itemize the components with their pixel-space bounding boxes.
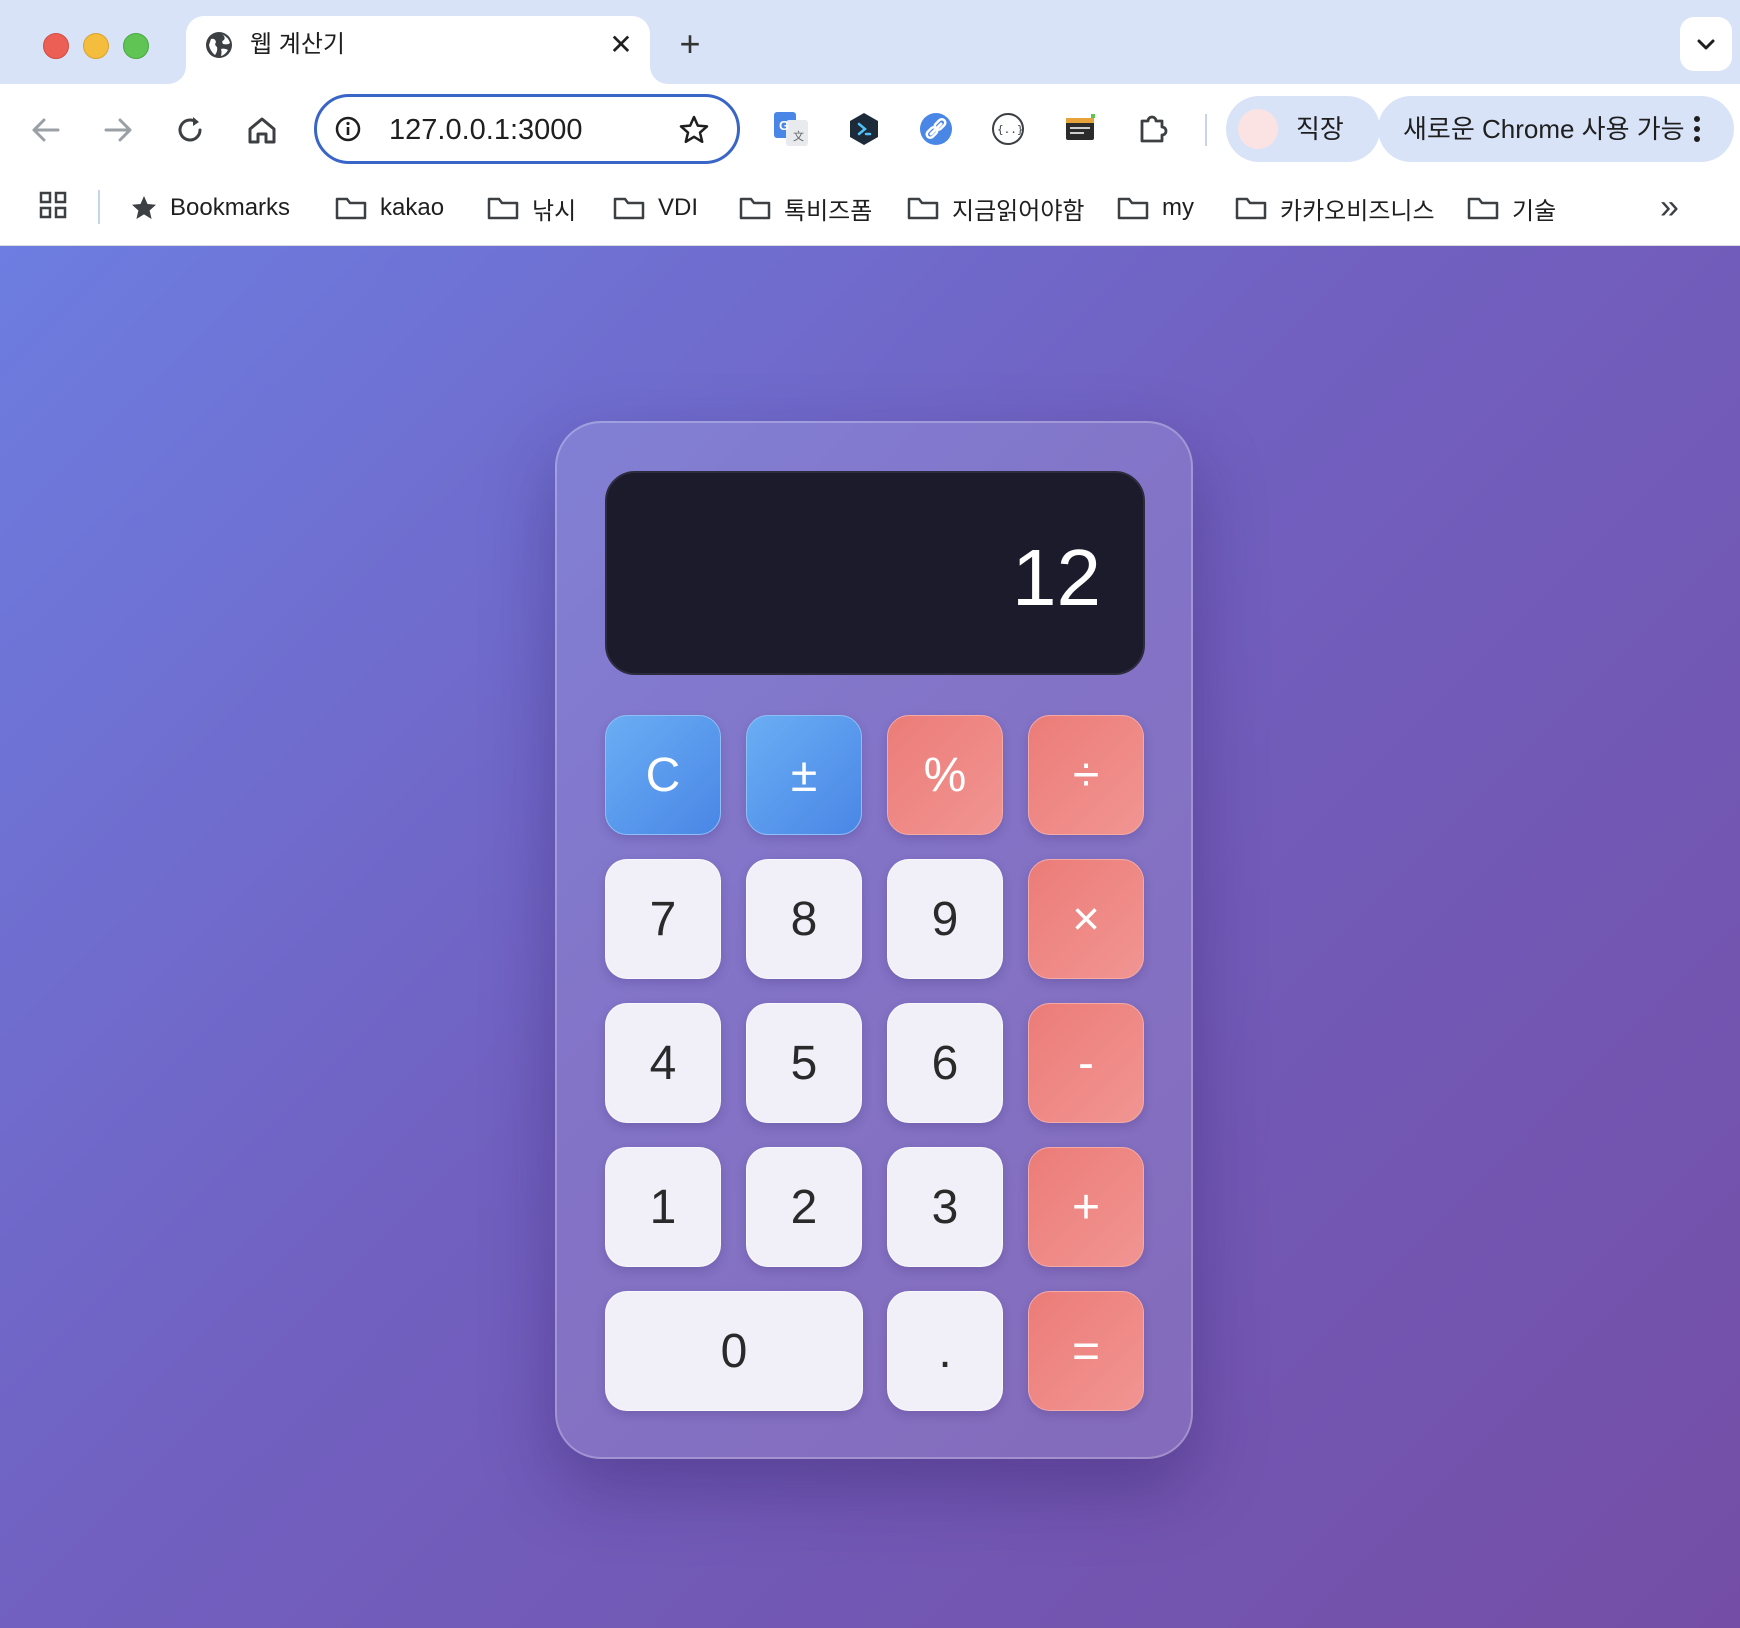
subtract-button[interactable]: - (1028, 1003, 1144, 1123)
digit-0-button[interactable]: 0 (605, 1291, 863, 1411)
clear-button[interactable]: C (605, 715, 721, 835)
code-extension-icon[interactable] (845, 110, 883, 148)
bookmark-label: 카카오비즈니스 (1280, 197, 1435, 225)
digit-9-button[interactable]: 9 (887, 859, 1003, 979)
folder-icon (487, 197, 519, 220)
bookmark-folder-talkbizform[interactable]: 톡비즈폼 (738, 190, 872, 226)
star-icon (132, 196, 156, 219)
bookmark-folder-fishing[interactable]: 낚시 (486, 190, 576, 226)
reload-icon[interactable] (168, 108, 212, 152)
folder-icon (335, 197, 367, 220)
decimal-button[interactable]: . (887, 1291, 1003, 1411)
minimize-window-button[interactable] (83, 33, 109, 59)
bookmark-folder-read-now[interactable]: 지금읽어야함 (906, 190, 1084, 226)
folder-icon (739, 197, 771, 220)
bookmark-label: 지금읽어야함 (952, 197, 1085, 225)
digit-4-button[interactable]: 4 (605, 1003, 721, 1123)
update-label: 새로운 Chrome 사용 가능 (1403, 114, 1685, 144)
calculator-display: 12 (605, 471, 1145, 675)
folder-icon (907, 197, 939, 220)
bookmarks-overflow-icon[interactable]: » (1660, 188, 1679, 226)
tab-title: 웹 계산기 (250, 31, 345, 58)
display-value: 12 (1012, 533, 1101, 622)
bookmark-label: 기술 (1512, 197, 1557, 225)
digit-8-button[interactable]: 8 (746, 859, 862, 979)
url-text[interactable]: 127.0.0.1:3000 (389, 113, 583, 147)
json-viewer-icon[interactable]: {..} (989, 110, 1027, 148)
bookmark-label: kakao (380, 194, 445, 221)
toolbar: 127.0.0.1:3000 G 文 {..} 직장 새로운 Chrome 사용… (0, 84, 1740, 174)
chrome-update-button[interactable]: 새로운 Chrome 사용 가능 (1378, 96, 1734, 162)
svg-text:G: G (779, 118, 789, 133)
site-info-icon[interactable] (335, 116, 361, 142)
bookmark-folder-tech[interactable]: 기술 (1466, 190, 1556, 226)
svg-text:文: 文 (793, 129, 804, 143)
digit-1-button[interactable]: 1 (605, 1147, 721, 1267)
link-extension-icon[interactable] (917, 110, 955, 148)
tab-strip: 웹 계산기 ✕ + (0, 0, 1740, 84)
zoom-window-button[interactable] (123, 33, 149, 59)
equals-button[interactable]: = (1028, 1291, 1144, 1411)
bookmark-folder-vdi[interactable]: VDI (612, 190, 698, 226)
bookmark-label: 톡비즈폼 (784, 197, 873, 225)
home-icon[interactable] (240, 108, 284, 152)
bookmark-label: 낚시 (532, 197, 577, 225)
bookmark-label: my (1162, 194, 1194, 221)
toggle-sign-button[interactable]: ± (746, 715, 862, 835)
folder-icon (1467, 197, 1499, 220)
profile-button[interactable]: 직장 (1226, 96, 1380, 162)
bookmark-star-icon[interactable] (677, 113, 711, 147)
more-menu-icon[interactable] (1692, 114, 1702, 144)
bookmark-folder-my[interactable]: my (1116, 190, 1194, 226)
tab-search-button[interactable] (1680, 17, 1732, 71)
divide-button[interactable]: ÷ (1028, 715, 1144, 835)
percent-button[interactable]: % (887, 715, 1003, 835)
back-icon[interactable] (24, 108, 68, 152)
folder-icon (613, 197, 645, 220)
svg-text:{..}: {..} (997, 123, 1024, 136)
bookmark-folder-kakao-business[interactable]: 카카오비즈니스 (1234, 190, 1435, 226)
add-button[interactable]: + (1028, 1147, 1144, 1267)
digit-3-button[interactable]: 3 (887, 1147, 1003, 1267)
bookmarks-divider (98, 190, 100, 224)
terminal-extension-icon[interactable] (1061, 110, 1099, 148)
profile-label: 직장 (1296, 114, 1344, 144)
bookmark-bookmarks[interactable]: Bookmarks (130, 190, 290, 226)
active-tab[interactable]: 웹 계산기 ✕ (186, 16, 650, 84)
close-window-button[interactable] (43, 33, 69, 59)
digit-7-button[interactable]: 7 (605, 859, 721, 979)
folder-icon (1117, 197, 1149, 220)
bookmark-label: VDI (658, 194, 699, 221)
digit-5-button[interactable]: 5 (746, 1003, 862, 1123)
forward-icon[interactable] (96, 108, 140, 152)
chevron-down-icon (1697, 39, 1715, 50)
digit-6-button[interactable]: 6 (887, 1003, 1003, 1123)
calculator: 12 C ± % ÷ 7 8 9 × 4 5 6 - 1 2 3 + 0 . = (555, 421, 1193, 1459)
address-bar[interactable]: 127.0.0.1:3000 (314, 94, 740, 164)
folder-icon (1235, 197, 1267, 220)
new-tab-button[interactable]: + (670, 24, 710, 64)
avatar (1238, 109, 1278, 149)
bookmark-label: Bookmarks (170, 194, 291, 221)
google-translate-icon[interactable]: G 文 (772, 110, 810, 148)
apps-grid-icon[interactable] (38, 190, 68, 220)
extensions-puzzle-icon[interactable] (1134, 110, 1172, 148)
tab-close-icon[interactable]: ✕ (604, 28, 638, 62)
bookmarks-bar: Bookmarks kakao 낚시 VDI 톡비즈폼 지금읽어야함 my 카카… (0, 174, 1740, 246)
multiply-button[interactable]: × (1028, 859, 1144, 979)
toolbar-divider (1205, 114, 1207, 146)
page-background: 12 C ± % ÷ 7 8 9 × 4 5 6 - 1 2 3 + 0 . = (0, 246, 1740, 1628)
digit-2-button[interactable]: 2 (746, 1147, 862, 1267)
bookmark-folder-kakao[interactable]: kakao (334, 190, 444, 226)
globe-icon (206, 32, 232, 58)
